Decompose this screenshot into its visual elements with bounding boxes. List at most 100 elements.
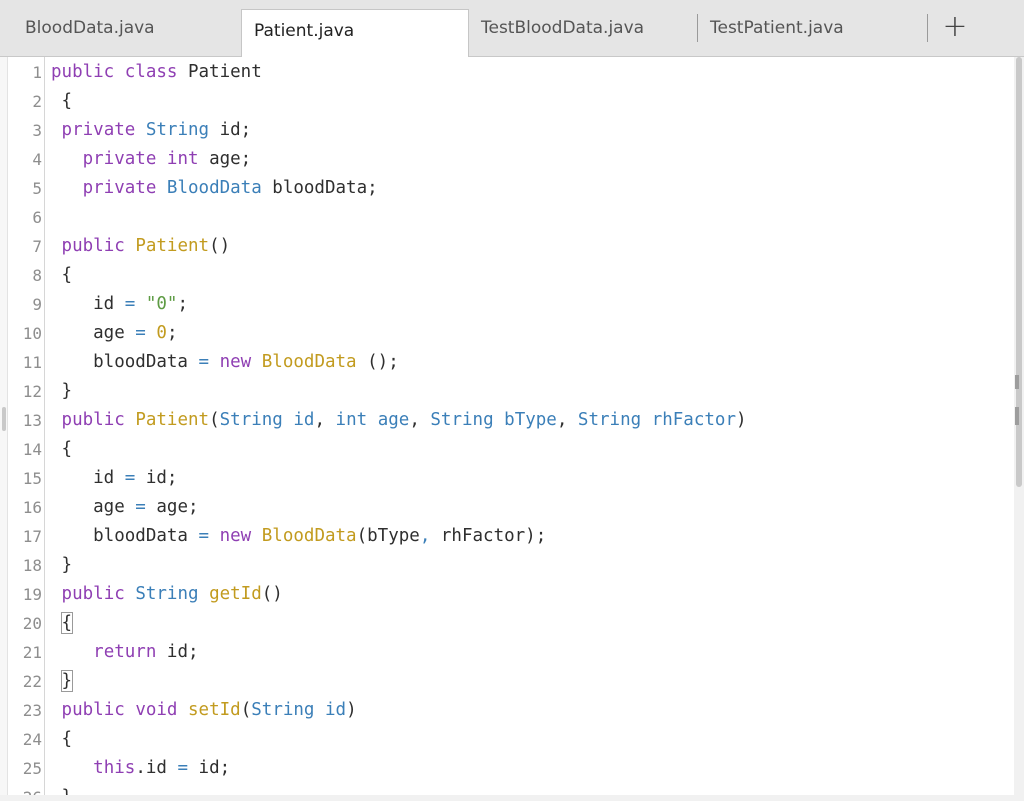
code-token: (); xyxy=(356,352,399,372)
code-line[interactable]: bloodData = new BloodData(bType, rhFacto… xyxy=(51,522,546,551)
code-line[interactable]: public Patient() xyxy=(51,232,231,261)
code-token: new xyxy=(219,352,252,372)
line-number: 17 xyxy=(22,527,42,546)
code-editor[interactable]: 1 public class Patient 2 {3 private String… xyxy=(0,57,1024,801)
code-line[interactable]: private String id; xyxy=(51,116,252,145)
line-number: 22 xyxy=(22,672,42,691)
code-token: ; xyxy=(166,323,178,343)
code-line[interactable]: id = id; xyxy=(51,464,177,493)
code-token: BloodData xyxy=(261,526,357,546)
code-token: = xyxy=(124,468,136,488)
code-line[interactable]: age = 0; xyxy=(51,319,177,348)
code-token: return xyxy=(93,642,157,662)
code-token: } xyxy=(51,555,73,575)
line-number: 13 xyxy=(22,411,42,430)
code-line[interactable]: public class Patient xyxy=(51,58,262,87)
code-line[interactable]: } xyxy=(51,551,73,580)
line-number: 9 xyxy=(32,295,42,314)
code-line[interactable]: this.id = id; xyxy=(51,754,230,783)
code-token: public xyxy=(61,236,125,256)
code-line[interactable]: age = age; xyxy=(51,493,198,522)
code-token: { xyxy=(51,729,73,749)
code-line[interactable]: public String getId() xyxy=(51,580,283,609)
tab-testblooddata-java[interactable]: TestBloodData.java xyxy=(469,8,691,49)
code-token: "0" xyxy=(145,294,178,314)
code-token: age xyxy=(51,323,136,343)
horizontal-scrollbar[interactable] xyxy=(0,795,1014,801)
code-token: .id xyxy=(135,758,178,778)
line-number: 10 xyxy=(22,324,42,343)
code-token: private xyxy=(61,120,136,140)
line-number: 7 xyxy=(32,237,42,256)
code-line[interactable]: bloodData = new BloodData (); xyxy=(51,348,399,377)
code-token: getId xyxy=(209,584,262,604)
code-token: String xyxy=(251,700,315,720)
code-token: { xyxy=(51,265,73,285)
line-number: 25 xyxy=(22,759,42,778)
line-number: 15 xyxy=(22,469,42,488)
line-number: 18 xyxy=(22,556,42,575)
code-token: age xyxy=(51,497,136,517)
code-line[interactable]: } xyxy=(51,377,73,406)
line-number: 19 xyxy=(22,585,42,604)
line-number: 20 xyxy=(22,614,42,633)
code-token: = xyxy=(198,352,210,372)
code-token: public xyxy=(61,584,125,604)
code-token: { xyxy=(51,439,73,459)
tab-patient-java[interactable]: Patient.java xyxy=(241,9,469,57)
code-token: age xyxy=(377,410,410,430)
code-line[interactable]: { xyxy=(51,87,73,116)
code-token: Patient xyxy=(135,410,210,430)
code-token: bloodData xyxy=(51,352,199,372)
code-line[interactable]: } xyxy=(51,667,74,696)
code-token: id; xyxy=(135,468,178,488)
line-number: 12 xyxy=(22,382,42,401)
code-line[interactable]: { xyxy=(51,609,74,638)
code-token: rhFactor); xyxy=(430,526,547,546)
code-line[interactable]: public Patient(String id, int age, Strin… xyxy=(51,406,747,435)
tab-separator xyxy=(927,14,928,42)
code-token: { xyxy=(60,612,74,634)
code-line[interactable]: private BloodData bloodData; xyxy=(51,174,378,203)
code-token: private xyxy=(82,178,157,198)
scrollbar-marker xyxy=(1015,407,1019,425)
tab-blooddata-java[interactable]: BloodData.java xyxy=(13,8,235,49)
line-number: 4 xyxy=(32,150,42,169)
line-number: 14 xyxy=(22,440,42,459)
code-token: (bType xyxy=(356,526,420,546)
code-token: public xyxy=(61,700,125,720)
code-line[interactable]: id = "0"; xyxy=(51,290,188,319)
code-token: , xyxy=(556,410,578,430)
code-line[interactable]: { xyxy=(51,261,73,290)
code-line[interactable]: private int age; xyxy=(51,145,252,174)
code-line[interactable]: { xyxy=(51,725,73,754)
code-token: id xyxy=(325,700,347,720)
add-tab-button[interactable]: + xyxy=(938,10,972,46)
code-line[interactable]: return id; xyxy=(51,638,198,667)
code-token: ( xyxy=(240,700,252,720)
code-token: Patient xyxy=(135,236,210,256)
tab-testpatient-java[interactable]: TestPatient.java xyxy=(698,8,920,49)
code-token: = xyxy=(135,497,146,517)
code-token: ) xyxy=(735,410,747,430)
left-drag-handle[interactable] xyxy=(2,407,6,431)
code-line[interactable]: { xyxy=(51,435,73,464)
line-number: 23 xyxy=(22,701,42,720)
code-token: public xyxy=(61,410,125,430)
scrollbar-marker xyxy=(1015,375,1019,389)
code-token: = xyxy=(124,294,136,314)
line-number: 21 xyxy=(22,643,42,662)
code-line[interactable]: public void setId(String id) xyxy=(51,696,357,725)
line-number: 8 xyxy=(32,266,42,285)
